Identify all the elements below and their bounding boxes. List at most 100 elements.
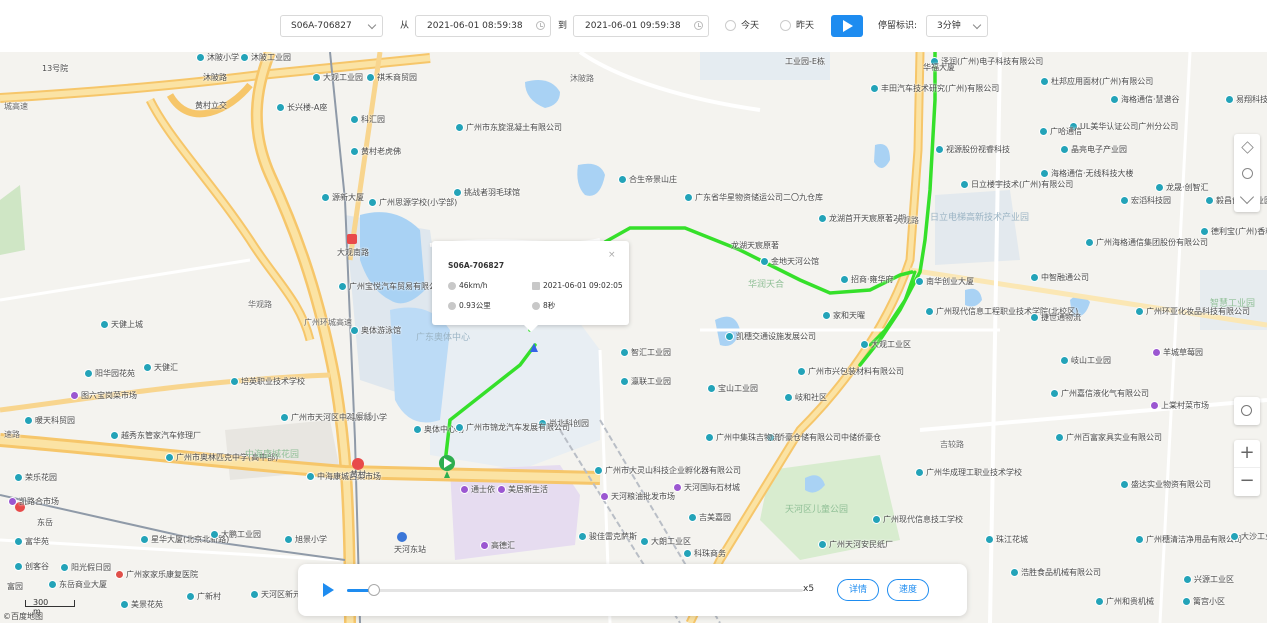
speed-button[interactable]: 速度: [887, 579, 929, 601]
locate-button[interactable]: [1234, 397, 1260, 425]
map-poi[interactable]: 龙湖首开天宸原著2期: [818, 214, 906, 224]
map-poi[interactable]: 沐陂路: [203, 73, 227, 83]
yesterday-radio[interactable]: [780, 20, 791, 31]
map-poi[interactable]: 盛达实业物资有限公司: [1120, 480, 1211, 490]
start-time-input[interactable]: 2021-06-01 08:59:38: [415, 15, 551, 37]
map-poi[interactable]: 兴源工业区: [1183, 575, 1234, 585]
map-poi[interactable]: 东岳商业大厦: [48, 580, 107, 590]
map-poi[interactable]: 广州嘉信液化气有限公司: [1050, 389, 1149, 399]
playback-slider[interactable]: [347, 584, 803, 596]
map-poi[interactable]: 招商·雍华府: [840, 275, 894, 285]
today-radio[interactable]: [725, 20, 736, 31]
map[interactable]: 沐陂小学 沐陂工业园 13号院 沐陂路 大观工业园 祺禾商贸园 黄村立交 长兴楼-A座 科汇园广…: [0, 52, 1267, 623]
map-poi[interactable]: 广州百富家具实业有限公司: [1055, 433, 1162, 443]
map-poi[interactable]: 挑战者羽毛球馆: [453, 188, 520, 198]
map-poi[interactable]: 黄村老虎佛: [350, 147, 401, 157]
map-poi[interactable]: 上棠村菜市场: [1150, 401, 1209, 411]
map-poi[interactable]: 奥体游泳馆: [350, 326, 401, 336]
map-poi[interactable]: 侨豪仓储有限公司中储侨豪仓: [766, 433, 881, 443]
map-poi[interactable]: 海格通信·无线科技大楼: [1040, 169, 1134, 179]
map-poi[interactable]: 大观工业区: [860, 340, 911, 350]
map-poi[interactable]: 沐陂工业园: [240, 53, 291, 63]
map-poi[interactable]: 荣乐花园: [14, 473, 57, 483]
map-poi[interactable]: 龙湖天宸原著: [731, 241, 779, 251]
map-poi[interactable]: 羊城草莓园: [1152, 348, 1203, 358]
vehicle-select[interactable]: S06A-706827: [280, 15, 383, 37]
map-poi[interactable]: 富华苑: [14, 537, 49, 547]
map-poi[interactable]: 黄村: [350, 470, 366, 480]
map-poi[interactable]: 龙晟·创智汇: [1155, 183, 1209, 193]
map-poi[interactable]: 岐和社区: [784, 393, 827, 403]
map-poi[interactable]: 凯路合市场: [8, 497, 59, 507]
map-poi[interactable]: 工业园-E栋: [785, 57, 825, 67]
map-poi[interactable]: 创客谷: [14, 562, 49, 572]
map-poi[interactable]: 天河东站: [394, 545, 426, 555]
playback-knob[interactable]: [368, 584, 381, 596]
map-poi[interactable]: 广州市大灵山科技企业孵化器有限公司: [594, 466, 741, 476]
map-poi[interactable]: 南华创业大厦: [915, 277, 974, 287]
map-poi[interactable]: UL美华认证公司广州分公司: [1069, 122, 1178, 132]
map-poi[interactable]: 高德汇: [480, 541, 515, 551]
map-poi[interactable]: 大鹏工业园: [210, 530, 261, 540]
map-poi[interactable]: 广州华成理工职业技术学校: [915, 468, 1022, 478]
layers-icon[interactable]: [1234, 134, 1260, 160]
today-label[interactable]: 今天: [741, 15, 759, 37]
map-poi[interactable]: 通士依: [460, 485, 495, 495]
map-poi[interactable]: 广州现代信息技工学校: [872, 515, 963, 525]
map-poi[interactable]: 大观南路: [337, 248, 369, 258]
map-poi[interactable]: 视源股份视睿科技: [935, 145, 1010, 155]
map-poi[interactable]: 祺禾商贸园: [366, 73, 417, 83]
map-poi[interactable]: 广州穗清洁净用品有限公司: [1135, 535, 1242, 545]
map-poi[interactable]: 培英职业技术学校: [230, 377, 305, 387]
map-poi[interactable]: 美居新生活: [497, 485, 548, 495]
map-poi[interactable]: 篱宫小区: [1182, 597, 1225, 607]
map-poi[interactable]: 广州中集珠吉物流: [705, 433, 780, 443]
map-poi[interactable]: 中海康城西菜市场: [306, 472, 381, 482]
satellite-icon[interactable]: [1234, 160, 1260, 186]
map-poi[interactable]: 珠江花城: [985, 535, 1028, 545]
map-poi[interactable]: 东岳: [37, 518, 53, 528]
map-poi[interactable]: 大沙工业区: [1230, 532, 1267, 542]
map-poi[interactable]: 德利宝(广州)香料有限公司: [1200, 227, 1267, 237]
zoom-out-button[interactable]: −: [1234, 468, 1260, 496]
map-poi[interactable]: 源新大厦: [321, 193, 364, 203]
map-poi[interactable]: 宝山工业园: [707, 384, 758, 394]
map-poi[interactable]: 骏佳雷克萨斯: [578, 532, 637, 542]
map-poi[interactable]: 广哈通信: [1039, 127, 1082, 137]
map-poi[interactable]: 广州和贵机械: [1095, 597, 1154, 607]
map-poi[interactable]: 越秀东管家汽车修理厂: [110, 431, 201, 441]
map-poi[interactable]: 广州海格通信集团股份有限公司: [1085, 238, 1208, 248]
map-poi[interactable]: 合生帝景山庄: [618, 175, 677, 185]
map-poi[interactable]: 大观工业园: [312, 73, 363, 83]
map-poi[interactable]: 丰田汽车技术研究(广州)有限公司: [870, 84, 999, 94]
map-poi[interactable]: 家和天曜: [822, 311, 865, 321]
map-poi[interactable]: 广州天河安民纸厂: [818, 540, 893, 550]
map-poi[interactable]: 金地天河公馆: [760, 257, 819, 267]
map-poi[interactable]: 日立楼宇技术(广州)有限公司: [960, 180, 1073, 190]
map-poi[interactable]: 智汇工业园: [620, 348, 671, 358]
map-poi[interactable]: 大朗工业区: [640, 537, 691, 547]
map-poi[interactable]: 天健汇: [143, 363, 178, 373]
close-icon[interactable]: ×: [608, 250, 616, 260]
collapse-icon[interactable]: [1234, 186, 1260, 212]
zoom-in-button[interactable]: +: [1234, 440, 1260, 468]
map-poi[interactable]: 阳光假日园: [60, 563, 111, 573]
map-poi[interactable]: 广州市锦龙汽车发展有限公司: [455, 423, 570, 433]
map-poi[interactable]: 广州思源学校(小学部): [368, 198, 457, 208]
map-poi[interactable]: 岐山工业园: [1060, 356, 1111, 366]
map-poi[interactable]: 沐陂小学: [196, 53, 239, 63]
map-poi[interactable]: 旭景小学: [284, 535, 327, 545]
query-play-button[interactable]: [831, 15, 863, 37]
map-poi[interactable]: 晶亮电子产业园: [1060, 145, 1127, 155]
map-poi[interactable]: 华福大厦: [923, 63, 955, 73]
map-poi[interactable]: 宏滔科技园: [1120, 196, 1171, 206]
map-poi[interactable]: 广州宝悦汽车贸易有限公司: [338, 282, 445, 292]
map-poi[interactable]: 凯穗交通设施发展公司: [725, 332, 816, 342]
map-poi[interactable]: 瀛联工业园: [620, 377, 671, 387]
map-poi[interactable]: 黄村立交: [195, 101, 227, 111]
map-poi[interactable]: 广州市东旋混凝土有限公司: [455, 123, 562, 133]
yesterday-label[interactable]: 昨天: [796, 15, 814, 37]
map-poi[interactable]: 13号院: [42, 64, 68, 74]
map-poi[interactable]: 易翔科技园: [1225, 95, 1267, 105]
detail-button[interactable]: 详情: [837, 579, 879, 601]
